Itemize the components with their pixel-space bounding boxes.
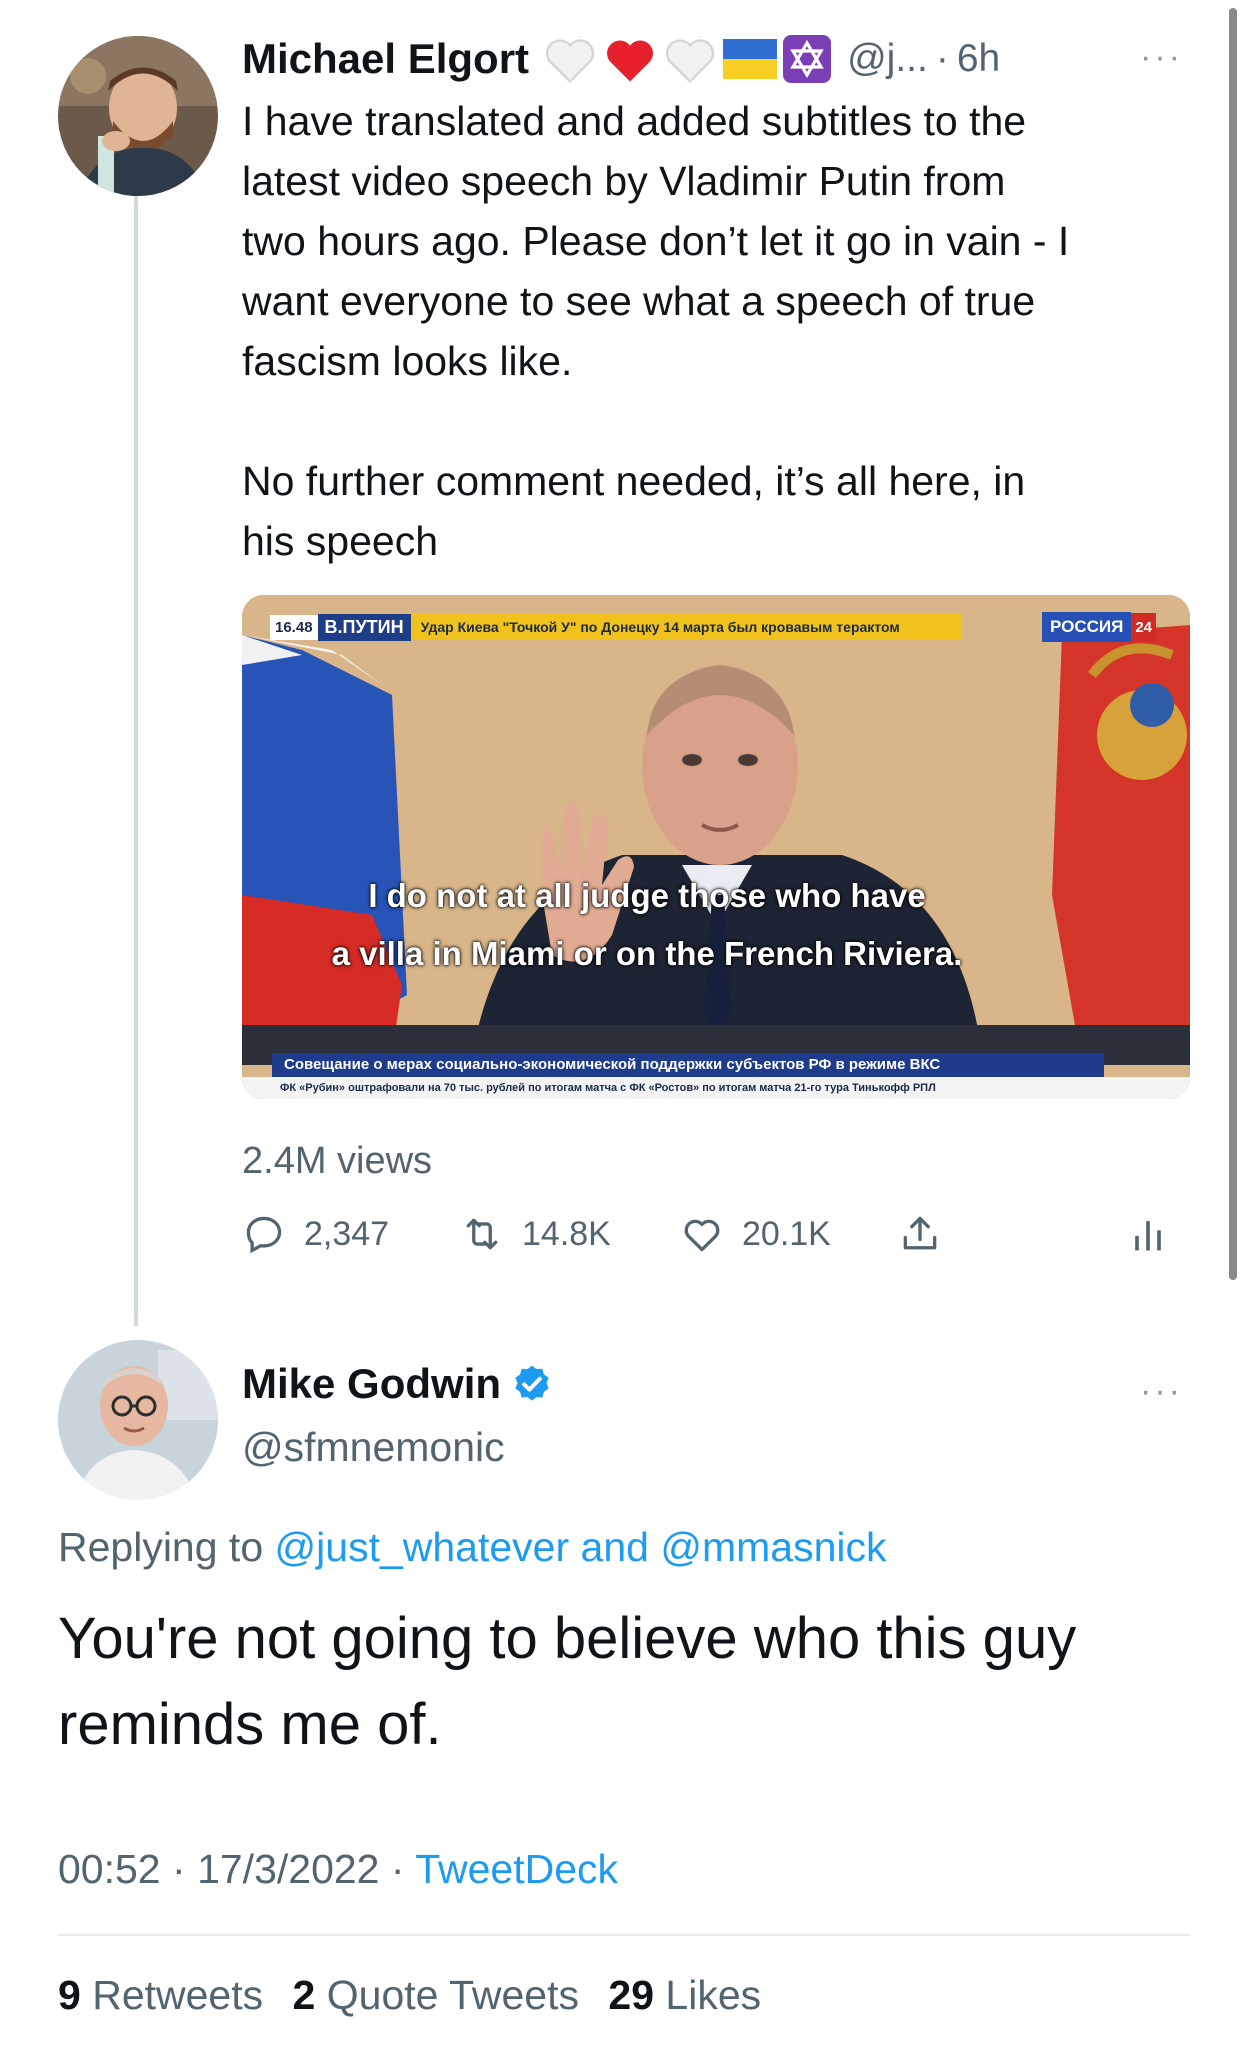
news-crawl: ФК «Рубин» оштрафовали на 70 тыс. рублей… <box>242 1077 1190 1099</box>
tweet-text: I have translated and added subtitles to… <box>242 98 1070 564</box>
likes-count: 29 <box>608 1972 655 2018</box>
share-action[interactable] <box>898 1212 942 1256</box>
reply-author-name[interactable]: Mike Godwin <box>242 1360 501 1408</box>
tweet-time[interactable]: 6h <box>957 37 1000 81</box>
likes-stat[interactable]: 29 Likes <box>608 1972 761 2018</box>
ukraine-flag-icon <box>723 39 778 79</box>
red-heart-icon <box>607 40 654 82</box>
subtitle-line-2: a villa in Miami or on the French Rivier… <box>331 935 963 972</box>
video-player[interactable]: 16.48 В.ПУТИН Удар Киева "Точкой У" по Д… <box>242 595 1190 1099</box>
quote-tweets-count: 2 <box>292 1972 316 2018</box>
engagement-stats: 9 Retweets 2 Quote Tweets 29 Likes <box>58 1972 761 2019</box>
channel-name: РОССИЯ <box>1042 612 1132 642</box>
scrollbar-thumb[interactable] <box>1229 8 1237 1280</box>
bio-emoji-row <box>543 34 832 84</box>
reply-more-options-icon[interactable]: ··· <box>1140 1372 1183 1411</box>
quote-tweets-label: Quote Tweets <box>326 1972 579 2018</box>
author-name[interactable]: Michael Elgort <box>242 35 529 83</box>
reply-action[interactable]: 2,347 <box>242 1212 389 1256</box>
author-handle[interactable]: @j... <box>847 37 928 81</box>
tweet-header: Michael Elgort @j... · 6h <box>242 32 1000 86</box>
like-action[interactable]: 20.1K <box>680 1212 831 1256</box>
tweet-date[interactable]: 17/3/2022 <box>197 1846 379 1892</box>
tweet-metadata: 00:52 · 17/3/2022 · TweetDeck <box>58 1846 618 1893</box>
retweet-icon <box>466 1218 498 1250</box>
analytics-icon <box>1135 1221 1161 1251</box>
lower-third-bar: Совещание о мерах социально-экономическо… <box>272 1053 1104 1077</box>
channel-number: 24 <box>1131 612 1157 642</box>
replying-to-user-link[interactable]: @just_whatever <box>275 1524 570 1570</box>
likes-label: Likes <box>665 1972 762 2018</box>
video-frame <box>242 595 1190 1099</box>
retweets-label: Retweets <box>92 1972 264 2018</box>
white-heart-icon <box>665 39 715 84</box>
view-count: 2.4M views <box>242 1140 433 1182</box>
analytics-action[interactable] <box>1126 1212 1170 1256</box>
video-subtitles: I do not at all judge those who have a v… <box>242 867 1052 983</box>
reply-tweet-text: You're not going to believe who this guy… <box>58 1606 1077 1757</box>
retweets-stat[interactable]: 9 Retweets <box>58 1972 263 2018</box>
reply-author-handle[interactable]: @sfmnemonic <box>242 1424 505 1471</box>
verified-badge-icon <box>515 1365 549 1401</box>
stats-divider <box>58 1934 1190 1936</box>
avatar-mike-godwin[interactable] <box>58 1340 218 1500</box>
reply-icon <box>246 1216 282 1254</box>
subtitle-line-1: I do not at all judge those who have <box>368 877 926 914</box>
meta-separator: · <box>172 1846 186 1892</box>
meta-separator: · <box>390 1846 405 1892</box>
retweet-action[interactable]: 14.8K <box>460 1212 611 1256</box>
heart-icon <box>684 1219 720 1252</box>
avatar-michael-elgort[interactable] <box>58 36 218 196</box>
channel-logo: РОССИЯ 24 <box>1042 611 1157 643</box>
separator-dot: · <box>935 37 949 80</box>
ticker-name: В.ПУТИН <box>317 613 411 641</box>
ticker-headline: Удар Киева "Точкой У" по Донецку 14 март… <box>410 614 962 640</box>
quote-tweets-stat[interactable]: 2 Quote Tweets <box>293 1972 579 2018</box>
retweets-count: 9 <box>58 1972 81 2018</box>
replying-to-label: Replying to <box>58 1524 264 1570</box>
share-icon <box>903 1216 937 1250</box>
thread-connector-line <box>134 196 138 1326</box>
source-client-link[interactable]: TweetDeck <box>415 1846 618 1892</box>
replying-to-and[interactable]: and <box>581 1524 649 1570</box>
reply-author-row: Mike Godwin <box>242 1360 553 1408</box>
replying-to: Replying to @just_whatever and @mmasnick <box>58 1524 887 1571</box>
like-count: 20.1K <box>742 1214 831 1253</box>
tweet-timestamp[interactable]: 00:52 <box>58 1846 161 1892</box>
ticker-time: 16.48 <box>270 614 318 640</box>
retweet-count: 14.8K <box>522 1214 611 1253</box>
more-options-icon[interactable]: ··· <box>1140 38 1183 77</box>
news-ticker: 16.48 В.ПУТИН Удар Киева "Точкой У" по Д… <box>270 613 962 641</box>
replying-to-user-link[interactable]: @mmasnick <box>660 1524 886 1570</box>
star-of-david-icon <box>783 35 832 83</box>
white-heart-icon <box>545 39 595 84</box>
reply-count: 2,347 <box>304 1214 390 1253</box>
